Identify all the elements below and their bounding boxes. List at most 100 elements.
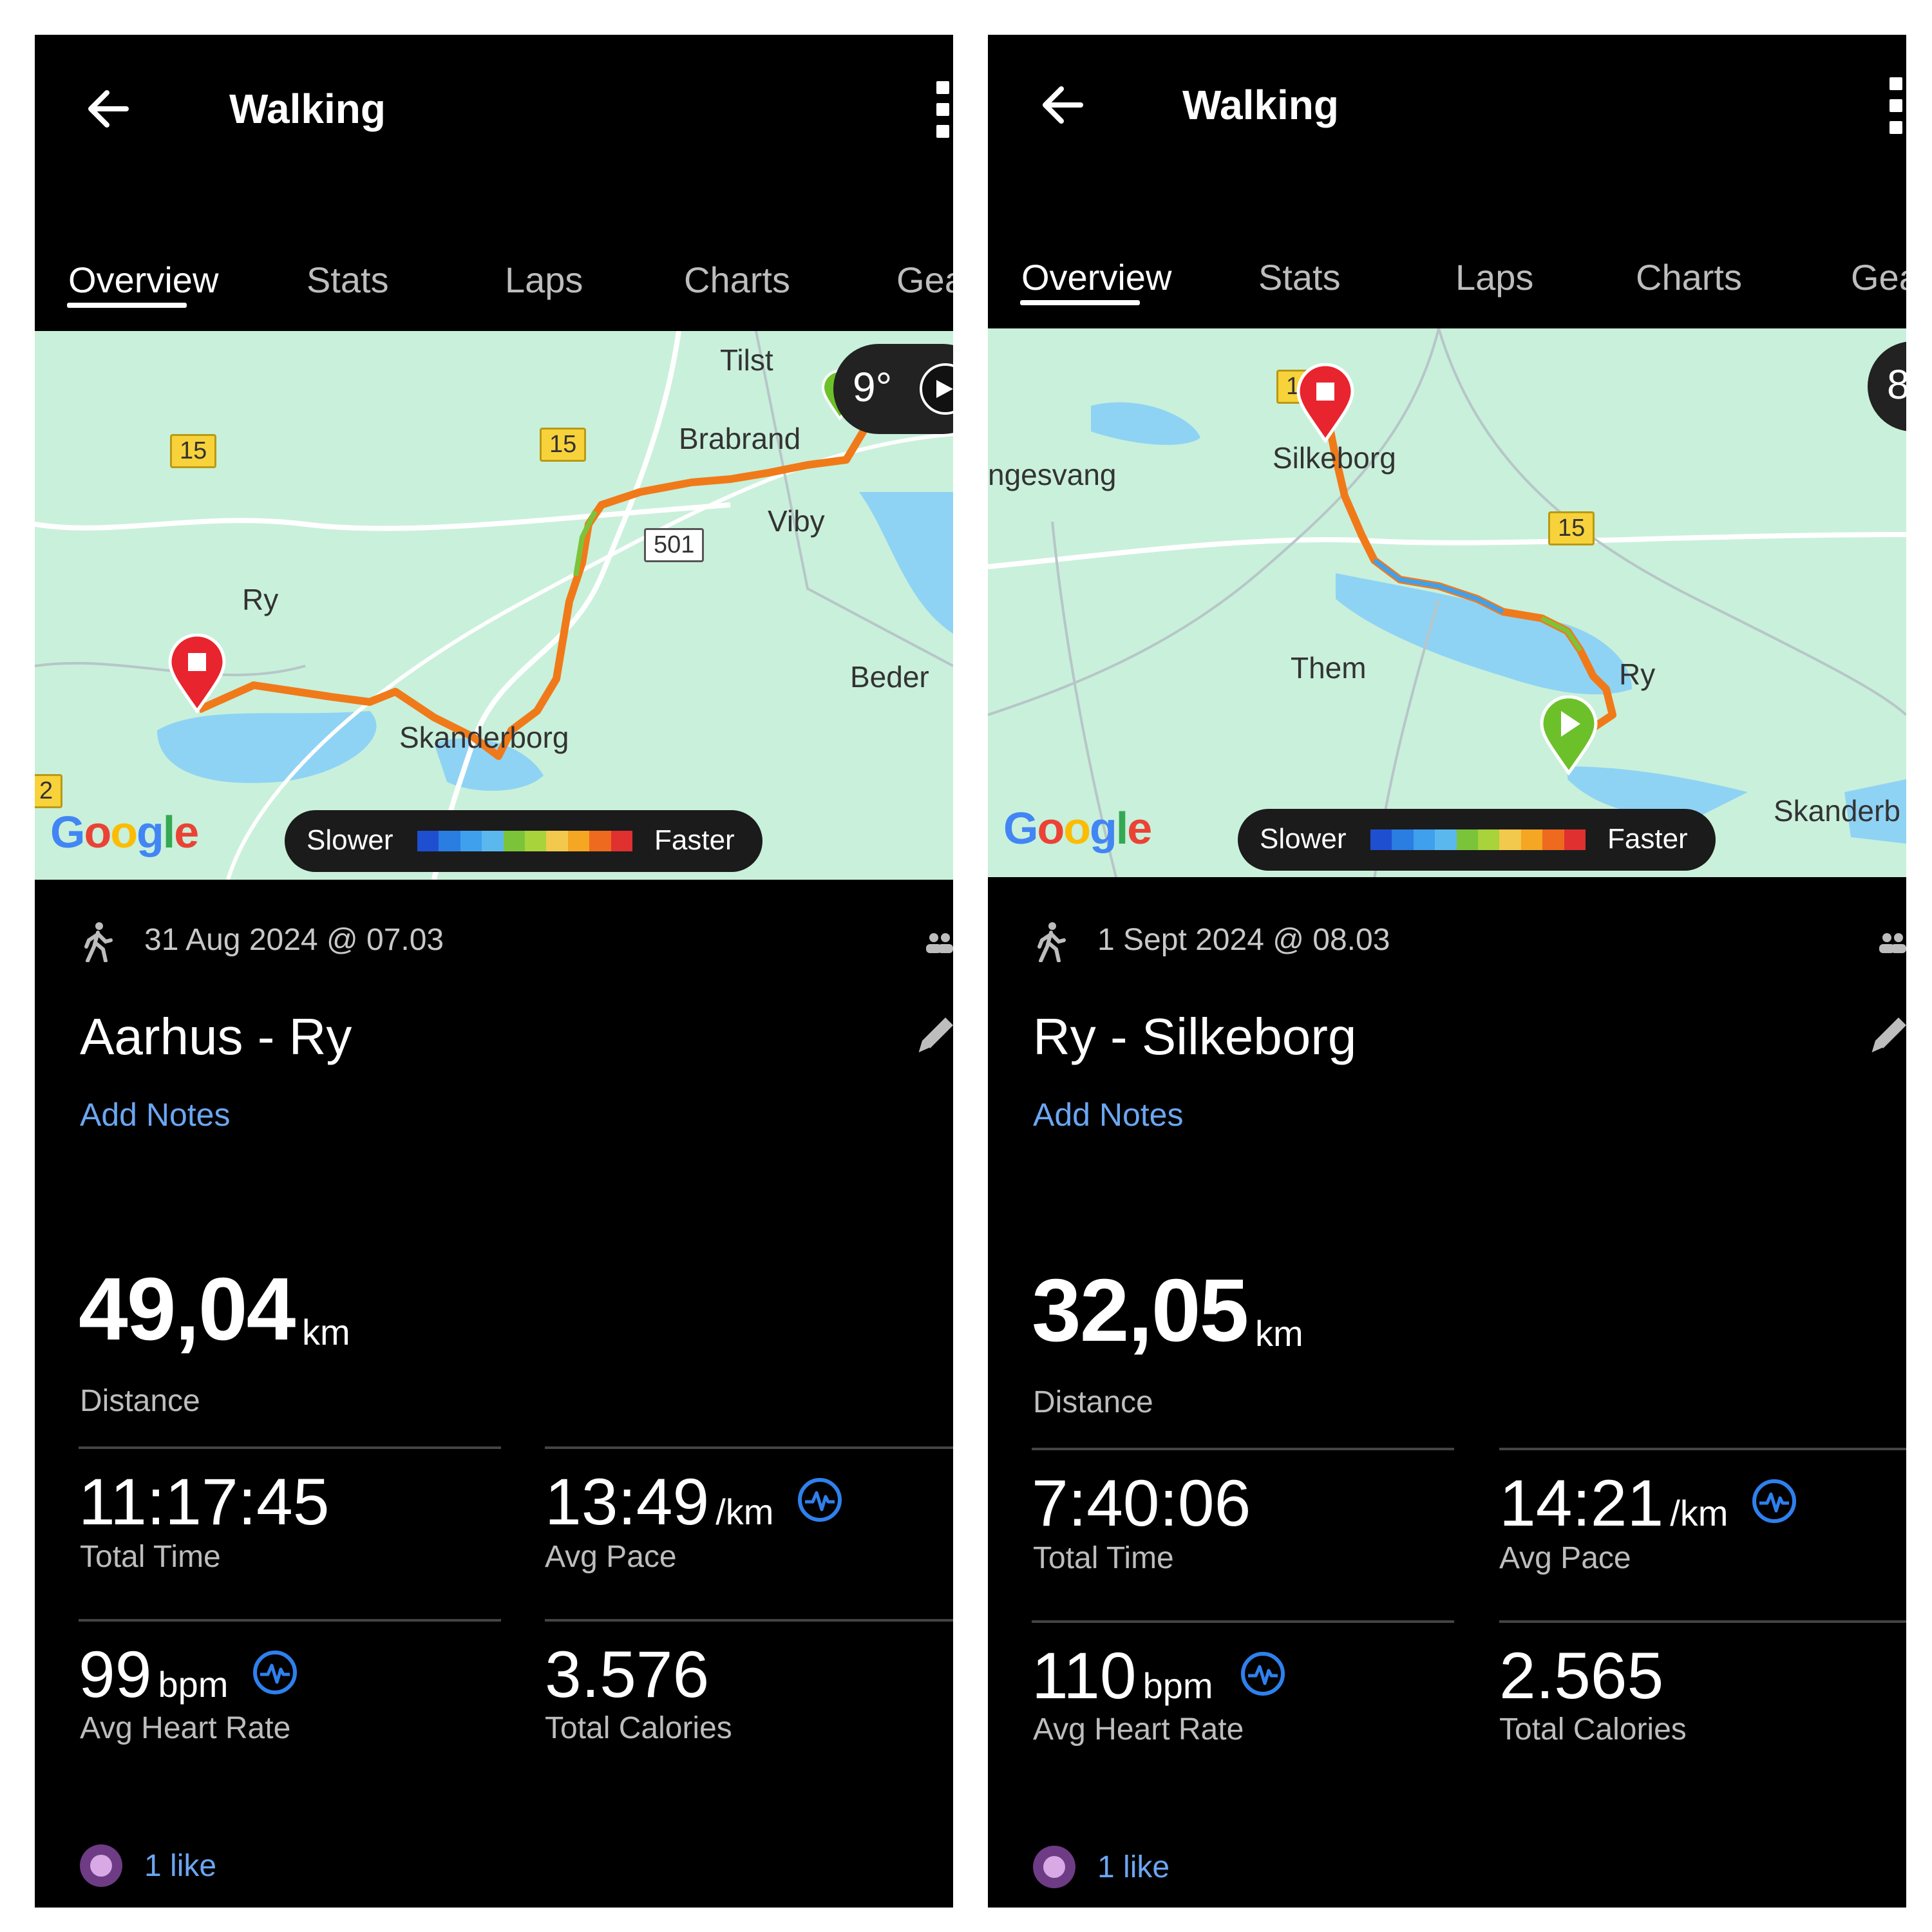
pace-scale-segment [1499,829,1521,850]
total-calories-value: 2.565 [1499,1639,1664,1712]
total-time-value: 11:17:45 [79,1465,330,1539]
pace-scale-segment [1392,829,1414,850]
pace-scale-segment [439,831,460,851]
total-calories-value: 3.576 [545,1638,710,1711]
pace-scale-segment [1520,829,1543,850]
avg-heart-rate-value: 110 bpm [1032,1638,1213,1714]
pace-color-scale [1370,829,1586,850]
edit-pencil-icon[interactable] [912,1011,953,1060]
heart-rate-chart-icon[interactable] [252,1650,298,1695]
pace-scale-segment [525,831,547,851]
tab-stats[interactable]: Stats [307,259,389,301]
likes-count[interactable]: 1 like [1097,1850,1170,1885]
likes-count[interactable]: 1 like [144,1848,216,1884]
divider [79,1446,501,1449]
tab-stats[interactable]: Stats [1258,256,1341,298]
pace-scale-segment [611,831,633,851]
avg-pace-label: Avg Pace [545,1540,677,1574]
place-label: Viby [768,504,825,538]
pace-scale-segment [1435,829,1457,850]
route-map[interactable]: Silkeborg ngesvang Them Ry Skanderb 15 1… [988,328,1906,877]
road-shield: 15 [540,428,587,462]
avg-heart-rate-value: 99 bpm [79,1637,228,1712]
avatar [1033,1846,1075,1888]
more-menu-icon[interactable] [936,81,953,139]
pace-scale-segment [1542,829,1564,850]
total-time-label: Total Time [80,1540,221,1574]
back-arrow-icon[interactable] [80,80,138,138]
weather-temperature: 8 [1887,361,1906,408]
pace-chart-icon[interactable] [797,1477,842,1522]
place-label: Ry [1619,658,1656,691]
avg-pace-unit: /km [1670,1493,1728,1533]
app-bar: Walking [988,35,1906,176]
weather-chip[interactable]: 9° 4 [833,344,953,434]
activity-name: Aarhus - Ry [80,1008,352,1065]
tab-overview[interactable]: Overview [68,259,218,301]
tab-charts[interactable]: Charts [684,259,790,301]
app-bar: Walking [35,35,953,176]
legend-faster-label: Faster [654,824,735,856]
activity-date: 31 Aug 2024 @ 07.03 [144,923,444,957]
tab-laps[interactable]: Laps [505,259,583,301]
legend-slower-label: Slower [307,824,393,856]
google-logo: Google [50,807,199,857]
activity-panel-right: Walking Overview Stats Laps Charts Gea S… [988,35,1906,1908]
tab-gear[interactable]: Gea [896,259,953,301]
total-time-label: Total Time [1033,1541,1174,1575]
total-calories-label: Total Calories [1499,1712,1687,1747]
pace-legend: Slower Faster [285,810,762,872]
activity-meta: 1 Sept 2024 @ 08.03 [988,917,1906,969]
distance-value: 49,04 [79,1260,296,1359]
divider [545,1446,953,1449]
google-logo: Google [1003,803,1152,853]
place-label: Skanderb [1774,794,1900,828]
tab-charts[interactable]: Charts [1636,256,1742,298]
pace-scale-segment [589,831,611,851]
place-label: Them [1291,651,1367,685]
avg-hr-number: 99 [79,1638,152,1711]
add-notes-link[interactable]: Add Notes [80,1096,230,1133]
pace-scale-segment [1478,829,1500,850]
place-label: Silkeborg [1273,441,1396,475]
likes-row[interactable]: 1 like [80,1844,337,1889]
walking-icon [1037,922,1066,962]
tab-overview[interactable]: Overview [1021,256,1171,298]
avg-pace-number: 13:49 [545,1465,710,1539]
group-icon[interactable] [1878,930,1906,956]
pace-color-scale [417,831,633,851]
divider [545,1619,953,1622]
avg-pace-unit: /km [715,1492,774,1532]
divider [1499,1448,1906,1450]
activity-panel-left: Walking Overview Stats Laps Charts Gea T… [35,35,953,1908]
avg-pace-label: Avg Pace [1499,1541,1631,1575]
tab-laps[interactable]: Laps [1455,256,1533,298]
distance-value: 32,05 [1032,1261,1249,1360]
avg-hr-number: 110 [1032,1639,1137,1712]
likes-row[interactable]: 1 like [1033,1846,1291,1891]
route-map[interactable]: Tilst Brabrand Viby Ry Skanderborg Beder… [35,331,953,880]
place-label: Skanderborg [399,721,569,754]
group-icon[interactable] [925,930,953,956]
place-label: Ry [242,583,279,616]
avg-heart-rate-label: Avg Heart Rate [80,1711,291,1745]
page-title: Walking [229,86,386,132]
active-tab-indicator [67,303,187,308]
wind-direction-icon [920,363,953,415]
total-time-value: 7:40:06 [1032,1466,1251,1540]
road-shield: 15 [1548,511,1595,545]
page-title: Walking [1182,82,1339,128]
edit-pencil-icon[interactable] [1865,1011,1906,1060]
total-calories-label: Total Calories [545,1711,732,1745]
divider [1032,1448,1454,1450]
pace-scale-segment [1413,829,1435,850]
tab-gear[interactable]: Gea [1851,256,1906,298]
add-notes-link[interactable]: Add Notes [1033,1096,1183,1133]
pace-scale-segment [1370,829,1392,850]
pace-chart-icon[interactable] [1752,1479,1797,1524]
heart-rate-chart-icon[interactable] [1240,1651,1285,1696]
more-menu-icon[interactable] [1889,77,1906,135]
back-arrow-icon[interactable] [1034,76,1092,134]
place-label: Tilst [720,343,773,377]
activity-date: 1 Sept 2024 @ 08.03 [1097,923,1390,957]
